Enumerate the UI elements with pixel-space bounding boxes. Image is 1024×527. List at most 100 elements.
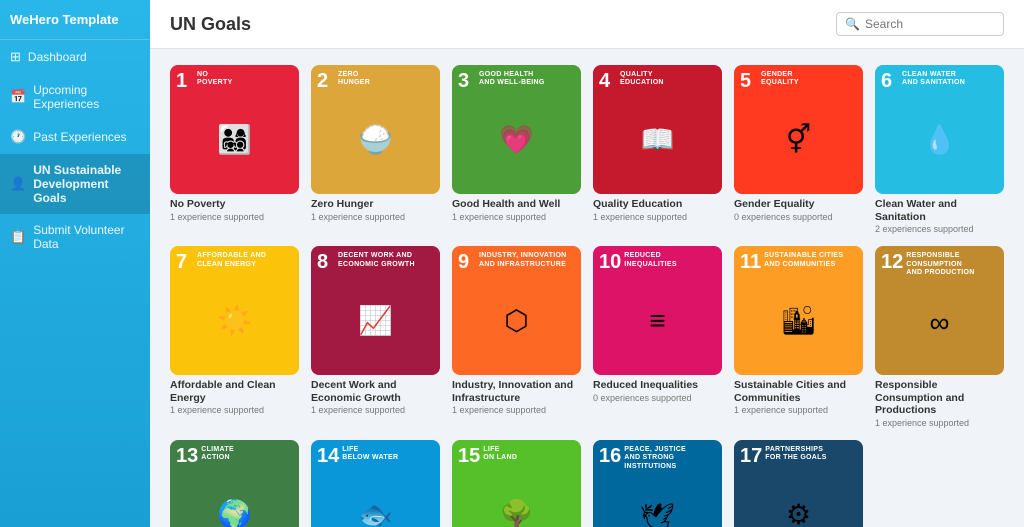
goal-icon: ⚥ [740,91,857,188]
goal-item: 6 CLEAN WATERAND SANITATION 💧 Clean Wate… [875,65,1004,234]
goal-number: 14 [317,446,339,466]
goal-number: 11 [740,252,761,272]
goal-card[interactable]: 16 PEACE, JUSTICEAND STRONGINSTITUTIONS … [593,440,722,527]
goal-card-title: SUSTAINABLE CITIESAND COMMUNITIES [764,252,843,269]
goal-experiences: 1 experience supported [170,212,299,222]
goal-card-title: ZEROHUNGER [338,71,370,88]
goal-number: 7 [176,252,194,272]
goal-card[interactable]: 8 DECENT WORK ANDECONOMIC GROWTH 📈 [311,246,440,375]
goal-card[interactable]: 2 ZEROHUNGER 🍚 [311,65,440,194]
goal-info: Good Health and Well 1 experience suppor… [452,198,581,222]
goal-name: Reduced Inequalities [593,379,722,392]
card-header: 1 NOPOVERTY [176,71,293,91]
goal-number: 15 [458,446,480,466]
goal-item: 9 INDUSTRY, INNOVATIONAND INFRASTRUCTURE… [452,246,581,428]
goal-card-title: GOOD HEALTHAND WELL-BEING [479,71,545,88]
card-header: 16 PEACE, JUSTICEAND STRONGINSTITUTIONS [599,446,716,471]
goal-number: 16 [599,446,621,466]
goal-item: 13 CLIMATEACTION 🌍 Climate Action 0 expe… [170,440,299,527]
goal-item: 7 AFFORDABLE ANDCLEAN ENERGY ☀️ Affordab… [170,246,299,428]
goal-card[interactable]: 10 REDUCEDINEQUALITIES ≡ [593,246,722,375]
goal-number: 2 [317,71,335,91]
goal-experiences: 2 experiences supported [875,224,1004,234]
goal-experiences: 1 experience supported [311,405,440,415]
main-content: UN Goals 🔍 1 NOPOVERTY 👨‍👩‍👧‍👦 No Povert… [150,0,1024,527]
goal-card-title: RESPONSIBLECONSUMPTIONAND PRODUCTION [906,252,974,277]
goal-card[interactable]: 17 PARTNERSHIPSFOR THE GOALS ⚙ [734,440,863,527]
goal-card[interactable]: 5 GENDEREQUALITY ⚥ [734,65,863,194]
goal-number: 8 [317,252,335,272]
goal-card[interactable]: 4 QUALITYEDUCATION 📖 [593,65,722,194]
goal-icon: 🌍 [176,466,293,527]
goal-icon: 📖 [599,91,716,188]
goal-item: 10 REDUCEDINEQUALITIES ≡ Reduced Inequal… [593,246,722,428]
sidebar-item-upcoming[interactable]: 📅Upcoming Experiences [0,74,150,120]
goal-card-title: DECENT WORK ANDECONOMIC GROWTH [338,252,415,269]
search-box[interactable]: 🔍 [836,12,1004,36]
goal-card[interactable]: 6 CLEAN WATERAND SANITATION 💧 [875,65,1004,194]
goal-number: 13 [176,446,198,466]
goal-name: Affordable and Clean Energy [170,379,299,404]
goal-info: Sustainable Cities and Communities 1 exp… [734,379,863,415]
goal-icon: 📈 [317,272,434,369]
goal-icon: ⚙ [740,466,857,527]
goal-item: 15 LIFEON LAND 🌳 Life on Land 1 experien… [452,440,581,527]
goal-card-title: PARTNERSHIPSFOR THE GOALS [765,446,826,463]
sidebar-item-volunteer[interactable]: 📋Submit Volunteer Data [0,214,150,260]
content-area: 1 NOPOVERTY 👨‍👩‍👧‍👦 No Poverty 1 experie… [150,49,1024,527]
goal-card[interactable]: 11 SUSTAINABLE CITIESAND COMMUNITIES 🏙 [734,246,863,375]
goal-info: Quality Education 1 experience supported [593,198,722,222]
goal-number: 10 [599,252,621,272]
goal-info: Affordable and Clean Energy 1 experience… [170,379,299,415]
goal-experiences: 1 experience supported [170,405,299,415]
goal-number: 17 [740,446,762,466]
card-header: 7 AFFORDABLE ANDCLEAN ENERGY [176,252,293,272]
goal-icon: 🍚 [317,91,434,188]
goal-card-title: QUALITYEDUCATION [620,71,664,88]
goal-card[interactable]: 12 RESPONSIBLECONSUMPTIONAND PRODUCTION … [875,246,1004,375]
sidebar-item-un-goals[interactable]: 👤UN Sustainable Development Goals [0,154,150,214]
goal-name: Industry, Innovation and Infrastructure [452,379,581,404]
sidebar-item-past[interactable]: 🕐Past Experiences [0,120,150,154]
goal-card[interactable]: 9 INDUSTRY, INNOVATIONAND INFRASTRUCTURE… [452,246,581,375]
goal-card[interactable]: 13 CLIMATEACTION 🌍 [170,440,299,527]
goal-icon: 👨‍👩‍👧‍👦 [176,91,293,188]
card-header: 12 RESPONSIBLECONSUMPTIONAND PRODUCTION [881,252,998,277]
goal-card[interactable]: 7 AFFORDABLE ANDCLEAN ENERGY ☀️ [170,246,299,375]
goal-name: Zero Hunger [311,198,440,211]
goal-card-title: INDUSTRY, INNOVATIONAND INFRASTRUCTURE [479,252,567,269]
goal-name: No Poverty [170,198,299,211]
goal-number: 4 [599,71,617,91]
goal-item: 17 PARTNERSHIPSFOR THE GOALS ⚙ Partnersh… [734,440,863,527]
search-input[interactable] [865,17,995,31]
goal-icon: 💧 [881,91,998,188]
goal-experiences: 0 experiences supported [593,393,722,403]
goal-info: Reduced Inequalities 0 experiences suppo… [593,379,722,403]
goal-card-title: CLIMATEACTION [201,446,234,463]
goal-card[interactable]: 3 GOOD HEALTHAND WELL-BEING 💗 [452,65,581,194]
goal-card[interactable]: 1 NOPOVERTY 👨‍👩‍👧‍👦 [170,65,299,194]
goal-item: 3 GOOD HEALTHAND WELL-BEING 💗 Good Healt… [452,65,581,234]
goal-info: Decent Work and Economic Growth 1 experi… [311,379,440,415]
goal-name: Clean Water and Sanitation [875,198,1004,223]
sidebar-item-dashboard[interactable]: ⊞Dashboard [0,40,150,74]
goal-icon: ≡ [599,272,716,369]
goal-card-title: REDUCEDINEQUALITIES [624,252,677,269]
goal-card-title: AFFORDABLE ANDCLEAN ENERGY [197,252,266,269]
goal-card[interactable]: 14 LIFEBELOW WATER 🐟 [311,440,440,527]
card-header: 9 INDUSTRY, INNOVATIONAND INFRASTRUCTURE [458,252,575,272]
goal-icon: ⬡ [458,272,575,369]
card-header: 5 GENDEREQUALITY [740,71,857,91]
goal-card-title: CLEAN WATERAND SANITATION [902,71,965,88]
card-header: 11 SUSTAINABLE CITIESAND COMMUNITIES [740,252,857,272]
goal-item: 16 PEACE, JUSTICEAND STRONGINSTITUTIONS … [593,440,722,527]
card-header: 8 DECENT WORK ANDECONOMIC GROWTH [317,252,434,272]
card-header: 13 CLIMATEACTION [176,446,293,466]
goal-icon: ☀️ [176,272,293,369]
goal-card[interactable]: 15 LIFEON LAND 🌳 [452,440,581,527]
goal-item: 2 ZEROHUNGER 🍚 Zero Hunger 1 experience … [311,65,440,234]
goal-info: Gender Equality 0 experiences supported [734,198,863,222]
goal-experiences: 0 experiences supported [734,212,863,222]
goal-name: Quality Education [593,198,722,211]
search-icon: 🔍 [845,17,860,31]
